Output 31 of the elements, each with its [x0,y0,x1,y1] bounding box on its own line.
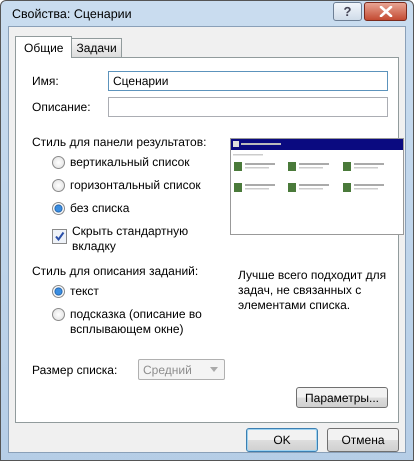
radio-button[interactable] [52,285,65,298]
checkbox[interactable] [52,229,67,244]
hint-text: Лучше всего подходит для задач, не связанных с элементами списка. [238,268,388,313]
checkmark-icon [54,231,65,242]
radio-button[interactable] [52,179,65,192]
radio-button[interactable] [52,308,65,321]
radio-button[interactable] [52,202,65,215]
text-field[interactable] [108,97,388,117]
radio-label: без списка [70,201,130,216]
checkbox-label: Скрыть стандартную вкладку [72,224,190,254]
tab[interactable]: Общие [15,36,72,58]
tab[interactable]: Задачи [71,38,122,57]
radio-button[interactable] [52,156,65,169]
radio-label: вертикальный список [70,155,190,170]
dialog-button[interactable]: OK [246,428,318,452]
parameters-button[interactable]: Параметры... [296,387,388,408]
radio-label: текст [70,284,100,299]
group-label: Стиль для панели результатов: [32,135,208,149]
field-label: Имя: [32,74,60,88]
help-button[interactable]: ? [333,2,362,21]
text-field[interactable]: Сценарии [108,71,388,91]
radio-label: горизонтальный список [70,178,201,193]
field-label: Описание: [32,100,92,114]
window-title: Свойства: Сценарии [12,6,132,20]
dialog-button[interactable]: Отмена [327,428,399,452]
field-label: Размер списка: [32,362,118,376]
group-label: Стиль для описания заданий: [32,264,200,278]
dropdown-arrow-icon [210,367,218,372]
close-button[interactable] [364,2,407,21]
radio-label: подсказка (описание во всплывающем окне) [70,307,203,337]
close-icon [378,6,392,17]
